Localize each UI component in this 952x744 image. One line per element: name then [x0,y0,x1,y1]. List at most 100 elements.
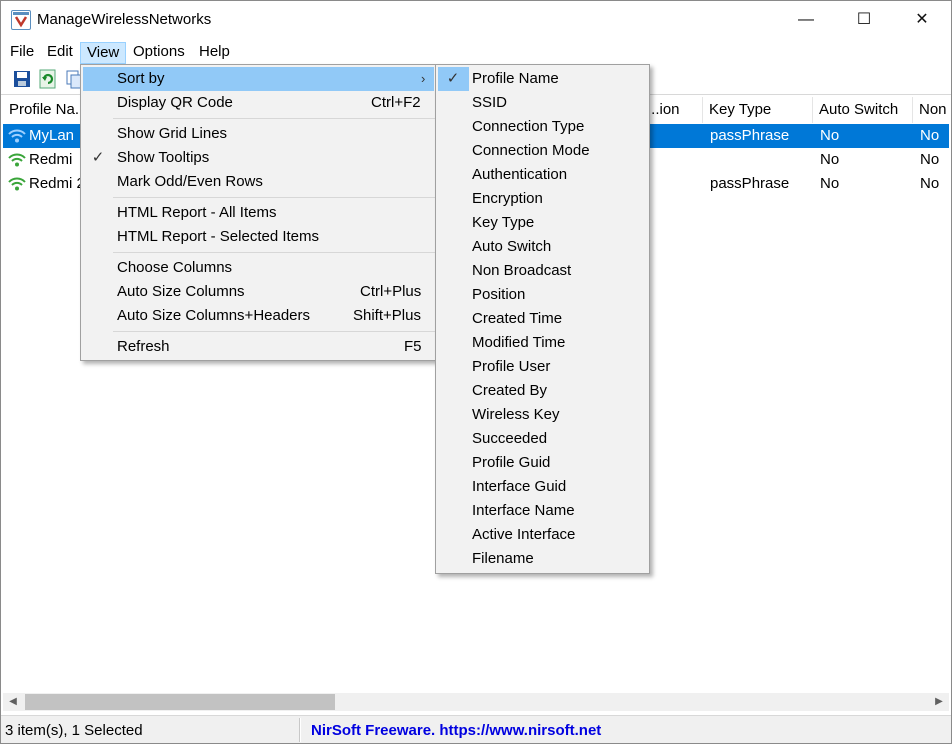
sort-option-interface-name[interactable]: Interface Name [438,499,647,523]
menu-item-shortcut: Ctrl+Plus [360,283,422,300]
sort-option-connection-mode[interactable]: Connection Mode [438,139,647,163]
menu-item-label: Auto Size Columns+Headers [117,307,311,324]
menu-item-label: Key Type [472,214,535,231]
sort-option-modified-time[interactable]: Modified Time [438,331,647,355]
sort-by-submenu: ✓ Profile Name SSID Connection Type Connecti… [435,64,650,574]
sort-option-non-broadcast[interactable]: Non Broadcast [438,259,647,283]
sort-option-ssid[interactable]: SSID [438,91,647,115]
save-icon[interactable] [12,69,32,89]
wifi-icon [8,153,26,167]
sort-option-profile-user[interactable]: Profile User [438,355,647,379]
profile-name-cell: Redmi 2 [29,175,85,192]
menu-separator [113,197,435,198]
column-header-key-type[interactable]: Key Type [703,97,813,123]
menu-item-show-tooltips[interactable]: ✓ Show Tooltips [83,146,434,170]
menu-item-choose-columns[interactable]: Choose Columns [83,256,434,280]
status-bar: 3 item(s), 1 Selected NirSoft Freeware. … [1,715,951,743]
profile-name-cell: Redmi [29,151,73,168]
menu-item-label: Sort by [117,70,165,87]
checkmark-icon: ✓ [444,67,462,91]
view-menu: Sort by › Display QR Code Ctrl+F2 Show G… [80,64,437,361]
column-header-auto-switch[interactable]: Auto Switch [813,97,913,123]
menu-options[interactable]: Options [127,42,191,64]
menu-item-label: Display QR Code [117,94,233,111]
app-window: ManageWirelessNetworks — ☐ ✕ File Edit V… [0,0,952,744]
sort-option-position[interactable]: Position [438,283,647,307]
sort-option-authentication[interactable]: Authentication [438,163,647,187]
title-bar: ManageWirelessNetworks — ☐ ✕ [1,1,951,39]
menu-item-html-report-selected[interactable]: HTML Report - Selected Items [83,225,434,249]
key-type-cell: passPhrase [710,127,790,144]
sort-option-active-interface[interactable]: Active Interface [438,523,647,547]
menu-item-auto-size-columns[interactable]: Auto Size Columns Ctrl+Plus [83,280,434,304]
menu-view[interactable]: View [80,42,127,64]
menu-item-label: Active Interface [472,526,576,543]
menu-item-label: Created By [472,382,548,399]
menu-item-label: Show Tooltips [117,149,210,166]
menu-separator [113,118,435,119]
menu-item-label: Profile Name [472,70,559,87]
sort-option-wireless-key[interactable]: Wireless Key [438,403,647,427]
menu-item-label: Connection Mode [472,142,590,159]
menu-item-label: HTML Report - All Items [117,204,277,221]
menu-item-label: Connection Type [472,118,585,135]
sort-option-key-type[interactable]: Key Type [438,211,647,235]
menu-item-refresh[interactable]: Refresh F5 [83,335,434,359]
menu-item-label: Encryption [472,190,543,207]
menu-item-label: Refresh [117,338,170,355]
menu-item-label: Modified Time [472,334,566,351]
scrollbar-thumb[interactable] [25,694,335,710]
key-type-cell: passPhrase [710,175,790,192]
wifi-icon [8,129,26,143]
menu-item-label: Profile User [472,358,551,375]
status-item-count: 3 item(s), 1 Selected [5,722,143,739]
menu-item-shortcut: Shift+Plus [353,307,421,324]
sort-option-filename[interactable]: Filename [438,547,647,571]
sort-option-connection-type[interactable]: Connection Type [438,115,647,139]
refresh-icon[interactable] [38,69,58,89]
column-header-non-broadcast[interactable]: Non [913,97,949,123]
menu-item-sort-by[interactable]: Sort by › [83,67,434,91]
auto-switch-cell: No [820,127,840,144]
maximize-button[interactable]: ☐ [835,1,893,39]
nirsoft-link[interactable]: NirSoft Freeware. https://www.nirsoft.ne… [311,722,601,739]
menu-edit[interactable]: Edit [41,42,79,64]
status-divider [299,718,301,742]
menu-item-label: SSID [472,94,508,111]
menu-item-html-report-all[interactable]: HTML Report - All Items [83,201,434,225]
sort-option-created-time[interactable]: Created Time [438,307,647,331]
menu-item-show-grid-lines[interactable]: Show Grid Lines [83,122,434,146]
minimize-button[interactable]: — [777,1,835,39]
sort-option-profile-guid[interactable]: Profile Guid [438,451,647,475]
menu-file[interactable]: File [4,42,40,64]
non-broadcast-cell: No [920,127,940,144]
horizontal-scrollbar[interactable]: ◀ ▶ [3,693,949,711]
close-button[interactable]: ✕ [893,1,951,39]
auto-switch-cell: No [820,175,840,192]
menu-item-label: HTML Report - Selected Items [117,228,320,245]
submenu-arrow-icon: › [421,71,426,86]
menu-item-label: Choose Columns [117,259,233,276]
menu-item-mark-odd-even-rows[interactable]: Mark Odd/Even Rows [83,170,434,194]
menu-separator [113,252,435,253]
sort-option-profile-name[interactable]: ✓ Profile Name [438,67,647,91]
checkmark-icon: ✓ [91,149,105,166]
menu-item-label: Created Time [472,310,563,327]
sort-option-created-by[interactable]: Created By [438,379,647,403]
non-broadcast-cell: No [920,151,940,168]
sort-option-auto-switch[interactable]: Auto Switch [438,235,647,259]
sort-option-succeeded[interactable]: Succeeded [438,427,647,451]
scroll-right-icon[interactable]: ▶ [931,694,947,710]
menu-item-label: Profile Guid [472,454,551,471]
menu-help[interactable]: Help [193,42,236,64]
menu-separator [113,331,435,332]
menu-item-label: Show Grid Lines [117,125,228,142]
scroll-left-icon[interactable]: ◀ [5,694,21,710]
sort-option-interface-guid[interactable]: Interface Guid [438,475,647,499]
menu-item-auto-size-columns-headers[interactable]: Auto Size Columns+Headers Shift+Plus [83,304,434,328]
menu-item-display-qr-code[interactable]: Display QR Code Ctrl+F2 [83,91,434,115]
menu-item-label: Interface Guid [472,478,567,495]
sort-option-encryption[interactable]: Encryption [438,187,647,211]
menu-item-label: Succeeded [472,430,548,447]
column-header-profile-name[interactable]: Profile Na... [3,97,81,123]
